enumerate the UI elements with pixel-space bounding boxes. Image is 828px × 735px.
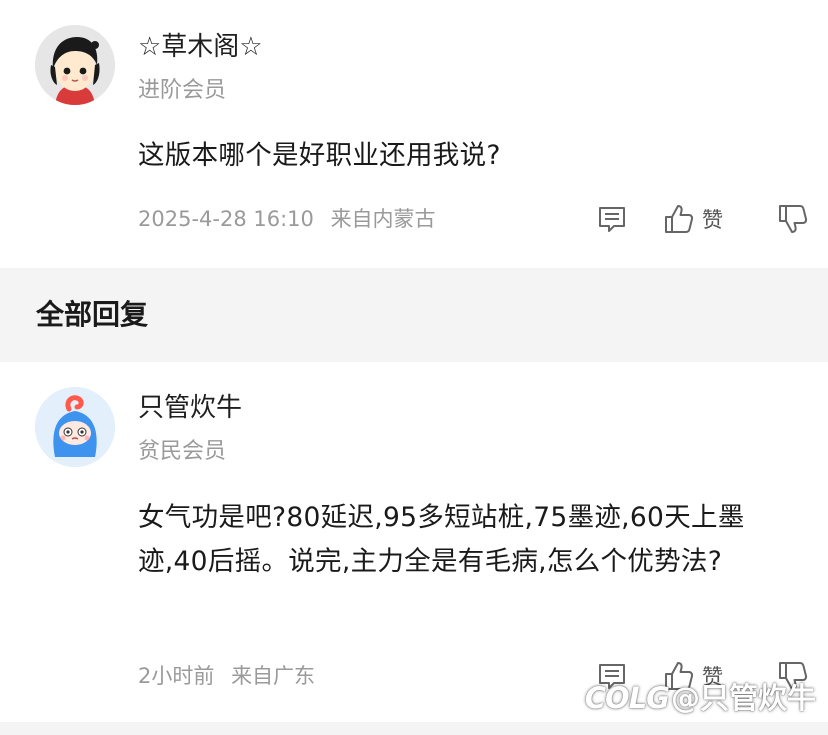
reply-meta: 2小时前 来自广东 — [138, 662, 315, 690]
reply-content: 女气功是吧?80延迟,95多短站桩,75墨迹,60天上墨迹,40后摇。说完,主力… — [138, 502, 745, 577]
thumbs-down-icon — [779, 205, 808, 233]
section-title: 全部回复 — [36, 298, 149, 331]
bottom-divider — [0, 722, 828, 735]
like-button[interactable]: 赞 — [662, 199, 723, 239]
avatar[interactable] — [35, 25, 115, 105]
watermark: COLG@只管炊牛 — [585, 680, 816, 716]
thumbs-up-icon — [665, 205, 694, 233]
member-level: 贫民会员 — [138, 439, 227, 464]
watermark-handle: @只管炊牛 — [670, 681, 816, 715]
username[interactable]: 只管炊牛 — [138, 392, 242, 424]
comment-icon — [599, 207, 625, 232]
avatar[interactable] — [35, 387, 115, 467]
reply-item: 只管炊牛 贫民会员 女气功是吧?80延迟,95多短站桩,75墨迹,60天上墨迹,… — [0, 362, 828, 722]
avatar-image — [35, 387, 115, 467]
dislike-button[interactable] — [776, 199, 810, 239]
post-meta: 2025-4-28 16:10 来自内蒙古 — [138, 205, 436, 233]
section-header: 全部回复 — [0, 268, 828, 362]
reply-time: 2小时前 — [138, 664, 215, 688]
reply-location: 来自广东 — [231, 664, 316, 688]
post-content: 这版本哪个是好职业还用我说? — [138, 140, 501, 171]
post-location: 来自内蒙古 — [330, 207, 436, 231]
main-post: ☆草木阁☆ 进阶会员 这版本哪个是好职业还用我说? 2025-4-28 16:1… — [0, 0, 828, 268]
watermark-logo: COLG — [584, 681, 670, 715]
username[interactable]: ☆草木阁☆ — [138, 31, 263, 63]
comment-button[interactable] — [596, 199, 628, 239]
like-label: 赞 — [702, 208, 723, 232]
post-actions: 赞 — [528, 199, 828, 239]
avatar-image — [35, 25, 115, 105]
member-level: 进阶会员 — [138, 78, 227, 103]
post-time: 2025-4-28 16:10 — [138, 207, 314, 231]
